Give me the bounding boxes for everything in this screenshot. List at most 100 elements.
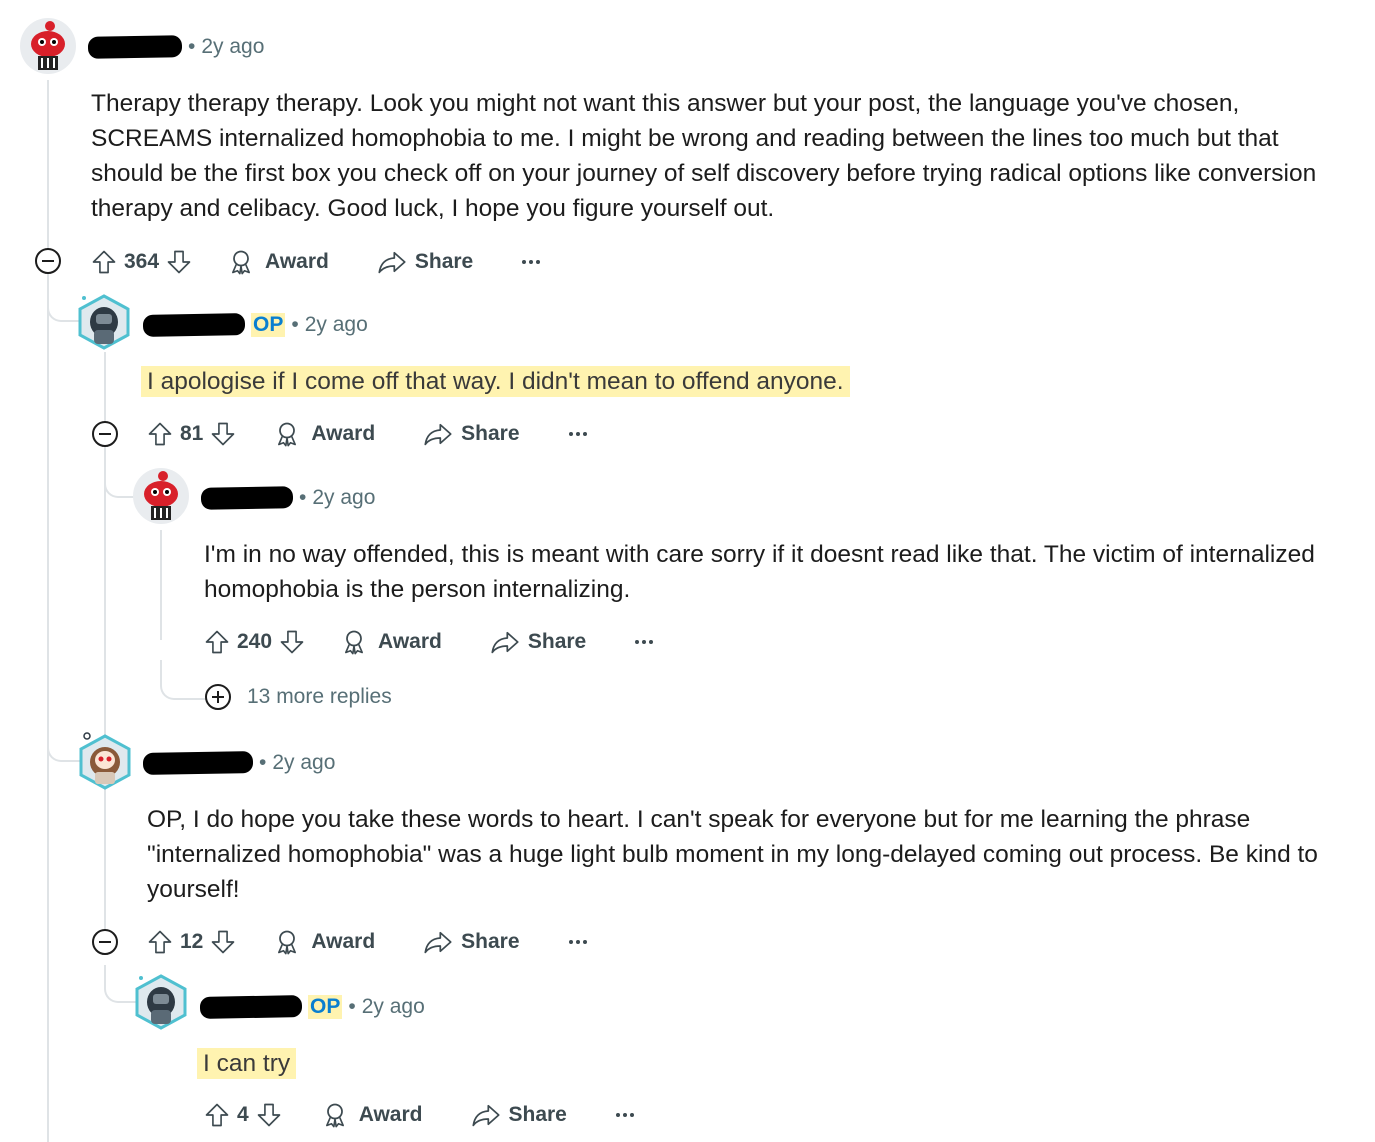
avatar-snoo-hex-icon <box>78 294 130 350</box>
share-icon <box>424 931 452 954</box>
highlighted-text: I apologise if I come off that way. I di… <box>141 366 850 397</box>
vote-count: 12 <box>180 930 204 953</box>
timestamp[interactable]: 2y ago <box>362 995 425 1019</box>
timestamp[interactable]: 2y ago <box>312 486 375 510</box>
collapse-icon <box>42 260 54 262</box>
avatar-snoo-hex-icon <box>135 974 187 1030</box>
username-redacted[interactable] <box>142 313 246 337</box>
award-icon <box>345 630 364 655</box>
collapse-icon <box>99 941 111 943</box>
op-badge: OP <box>308 995 343 1019</box>
upvote-button[interactable] <box>146 420 174 448</box>
downvote-button[interactable] <box>165 248 193 276</box>
comment-meta: OP • 2y ago <box>199 995 425 1019</box>
more-icon <box>522 260 541 264</box>
username-redacted[interactable] <box>200 486 294 510</box>
avatar[interactable] <box>20 18 76 74</box>
award-button[interactable]: Award <box>321 1101 423 1129</box>
award-label: Award <box>378 630 442 653</box>
avatar[interactable] <box>76 292 132 350</box>
thread-line-reply-4[interactable] <box>104 792 106 922</box>
upvote-button[interactable] <box>203 628 231 656</box>
timestamp[interactable]: 2y ago <box>305 313 368 337</box>
collapse-button[interactable] <box>92 929 118 955</box>
share-icon <box>471 1104 500 1127</box>
comment-body: I'm in no way offended, this is meant wi… <box>204 541 1315 603</box>
more-options-button[interactable] <box>568 939 588 945</box>
expand-button[interactable] <box>205 684 231 710</box>
vote-count: 240 <box>237 630 273 653</box>
share-label: Share <box>461 422 520 445</box>
downvote-button[interactable] <box>255 1101 283 1129</box>
downvote-icon <box>212 930 235 954</box>
downvote-button[interactable] <box>278 628 306 656</box>
upvote-button[interactable] <box>203 1101 231 1129</box>
meta-separator: • <box>259 751 267 774</box>
meta-separator: • <box>299 486 307 509</box>
comment-actions: 4 Award Share <box>203 1095 635 1135</box>
more-options-button[interactable] <box>521 259 541 265</box>
upvote-icon <box>148 930 172 954</box>
comment-meta: OP • 2y ago <box>142 313 368 337</box>
meta-separator: • <box>291 313 299 336</box>
share-button[interactable]: Share <box>423 420 520 448</box>
award-label: Award <box>265 250 329 273</box>
award-button[interactable]: Award <box>273 420 375 448</box>
more-options-button[interactable] <box>568 431 588 437</box>
timestamp[interactable]: 2y ago <box>272 751 335 775</box>
thread-line-reply-2[interactable] <box>160 530 162 640</box>
avatar[interactable] <box>77 730 133 790</box>
more-replies-button[interactable]: 13 more replies <box>205 684 392 710</box>
avatar-snoo-red-icon <box>133 468 189 524</box>
comment-meta: • 2y ago <box>87 35 264 59</box>
share-icon <box>378 251 406 274</box>
award-button[interactable]: Award <box>340 628 442 656</box>
avatar-snoo-red-icon <box>20 18 76 74</box>
vote-count: 4 <box>237 1103 249 1126</box>
award-icon <box>278 930 297 955</box>
comment-actions: 240 Award Share <box>203 622 654 662</box>
upvote-icon <box>205 630 229 654</box>
username-redacted[interactable] <box>142 751 254 775</box>
thread-line-root[interactable] <box>47 80 49 1142</box>
award-label: Award <box>311 422 376 445</box>
share-label: Share <box>527 630 587 653</box>
avatar[interactable] <box>133 972 189 1030</box>
share-icon <box>491 631 519 654</box>
award-label: Award <box>358 1103 423 1126</box>
username-redacted[interactable] <box>87 35 183 59</box>
award-button[interactable]: Award <box>227 248 329 276</box>
more-options-button[interactable] <box>634 639 654 645</box>
downvote-icon <box>167 250 191 274</box>
collapse-button[interactable] <box>92 421 118 447</box>
upvote-button[interactable] <box>90 248 118 276</box>
collapse-button[interactable] <box>35 248 61 274</box>
comment-body: Therapy therapy therapy. Look you might … <box>91 90 1317 222</box>
downvote-button[interactable] <box>209 928 237 956</box>
award-button[interactable]: Award <box>273 928 375 956</box>
thread-elbow <box>160 660 206 700</box>
timestamp[interactable]: 2y ago <box>201 35 264 59</box>
award-icon <box>232 250 251 275</box>
award-label: Award <box>311 930 376 953</box>
downvote-icon <box>257 1103 281 1127</box>
upvote-icon <box>205 1103 229 1127</box>
share-icon <box>424 423 452 446</box>
upvote-button[interactable] <box>146 928 174 956</box>
op-badge: OP <box>251 313 286 337</box>
upvote-icon <box>148 422 172 446</box>
comment-actions: 364 Award Share <box>90 242 541 282</box>
share-button[interactable]: Share <box>471 1101 567 1129</box>
username-redacted[interactable] <box>199 995 303 1019</box>
share-button[interactable]: Share <box>423 928 520 956</box>
more-options-button[interactable] <box>615 1112 635 1118</box>
share-label: Share <box>508 1103 567 1126</box>
share-button[interactable]: Share <box>490 628 586 656</box>
meta-separator: • <box>188 35 196 58</box>
upvote-icon <box>92 250 116 274</box>
award-icon <box>278 422 297 447</box>
avatar[interactable] <box>133 468 189 524</box>
downvote-button[interactable] <box>209 420 237 448</box>
share-button[interactable]: Share <box>377 248 473 276</box>
highlighted-text: I can try <box>197 1048 297 1079</box>
